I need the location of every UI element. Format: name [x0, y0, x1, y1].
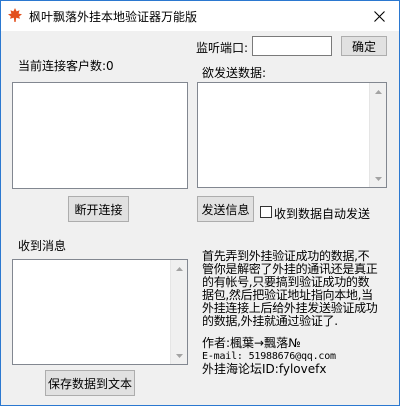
instructions-line: 的数据,外挂就通过验证了.: [202, 315, 338, 328]
close-icon: [373, 10, 385, 22]
disconnect-button[interactable]: 断开连接: [68, 196, 129, 222]
app-window: 枫叶飘落外挂本地验证器万能版 监听端口: 确定 当前连接客户数:0 断开连接 欲…: [0, 0, 400, 406]
send-button[interactable]: 发送信息: [197, 196, 254, 222]
forum-id-line: 外挂海论坛ID:fylovefx: [202, 362, 327, 376]
save-to-text-button[interactable]: 保存数据到文本: [45, 370, 135, 396]
listen-port-input[interactable]: [252, 36, 332, 56]
listen-port-label: 监听端口:: [196, 41, 249, 55]
chevron-up-icon: [374, 89, 382, 94]
author-line: 作者:楓葉→飄落№: [202, 336, 301, 350]
instructions-line: 外挂连接上后给外挂发送验证成功: [202, 302, 378, 315]
credits: 作者:楓葉→飄落№ E-mail: 51988676@qq.com 外挂海论坛I…: [202, 337, 336, 376]
maple-leaf-icon: [8, 8, 22, 22]
instructions-text: 首先弄到外挂验证成功的数据,不 管你是解密了外挂的通讯还是真正 的有帐号,只要搞…: [202, 250, 390, 328]
chevron-up-icon: [175, 266, 183, 271]
clients-list[interactable]: [12, 82, 188, 189]
close-button[interactable]: [359, 1, 399, 31]
auto-send-checkbox[interactable]: [260, 206, 272, 218]
scroll-up-arrow[interactable]: [370, 83, 386, 100]
scroll-down-arrow[interactable]: [370, 170, 386, 187]
chevron-down-icon: [374, 176, 382, 181]
send-data-textarea[interactable]: [197, 82, 387, 188]
received-messages-label: 收到消息: [18, 239, 67, 253]
instructions-line: 首先弄到外挂验证成功的数据,不: [202, 250, 370, 263]
title-bar: 枫叶飘落外挂本地验证器万能版: [1, 1, 399, 31]
auto-send-label: 收到数据自动发送: [274, 207, 371, 221]
instructions-line: 管你是解密了外挂的通讯还是真正: [202, 263, 378, 276]
instructions-line: 的有帐号,只要搞到验证成功的数: [202, 276, 370, 289]
instructions-line: 据包,然后把验证地址指向本地,当: [202, 289, 373, 302]
send-data-label: 欲发送数据:: [202, 66, 267, 80]
chevron-down-icon: [175, 353, 183, 358]
received-messages-textarea[interactable]: [12, 259, 188, 365]
window-title: 枫叶飘落外挂本地验证器万能版: [29, 10, 198, 24]
scroll-up-arrow[interactable]: [171, 260, 187, 277]
send-data-scrollbar[interactable]: [369, 83, 386, 187]
scroll-down-arrow[interactable]: [171, 347, 187, 364]
connected-clients-label: 当前连接客户数:0: [18, 59, 114, 73]
received-scrollbar[interactable]: [170, 260, 187, 364]
confirm-button[interactable]: 确定: [341, 36, 387, 56]
